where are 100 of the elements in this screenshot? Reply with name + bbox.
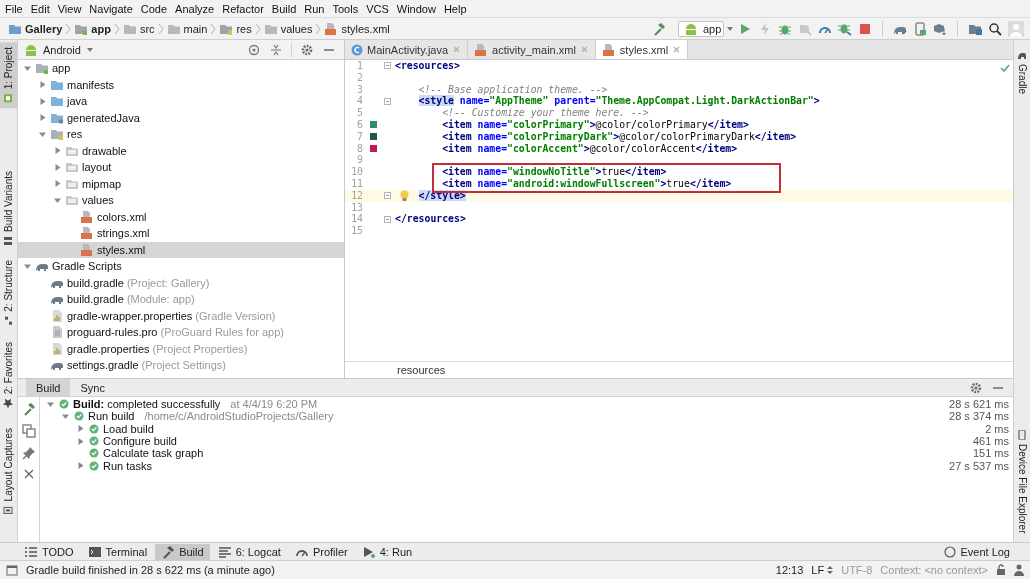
tree-item[interactable]: java — [18, 93, 344, 110]
menu-item[interactable]: Refactor — [218, 2, 268, 15]
tree-item[interactable]: res — [18, 126, 344, 143]
tree-arrow-icon[interactable] — [53, 146, 62, 156]
cube-icon[interactable] — [933, 21, 947, 36]
build-tree-item[interactable]: Run tasks 27 s 537 ms — [40, 459, 1013, 472]
menu-item[interactable]: Analyze — [171, 2, 219, 15]
tree-item[interactable]: gradle.properties (Project Properties) — [18, 340, 344, 357]
tree-item[interactable]: layout — [18, 159, 344, 176]
tool-tab[interactable]: Build — [155, 543, 210, 560]
tree-item[interactable]: colors.xml — [18, 208, 344, 225]
tree-arrow-icon[interactable] — [38, 113, 47, 123]
line-separator-selector[interactable]: LF — [811, 564, 834, 576]
tree-item[interactable]: build.gradle (Module: app) — [18, 291, 344, 308]
fold-icon[interactable] — [384, 192, 391, 200]
tool-window-tab[interactable]: Gradle — [1014, 45, 1030, 99]
color-swatch[interactable] — [369, 144, 377, 152]
panel-tab[interactable]: Build — [26, 379, 71, 396]
search-icon[interactable] — [988, 21, 1002, 36]
tool-window-tab[interactable]: 2: Favorites — [0, 336, 17, 414]
tool-window-tab[interactable]: Layout Captures — [0, 423, 17, 521]
cursor-position[interactable]: 12:13 — [775, 564, 804, 576]
editor-tab[interactable]: MainActivity.java — [345, 40, 469, 59]
windows-icon[interactable] — [21, 424, 36, 438]
hammer-icon[interactable] — [652, 21, 666, 36]
tree-item[interactable]: build.gradle (Project: Gallery) — [18, 274, 344, 291]
fold-icon[interactable] — [384, 215, 391, 223]
tree-item[interactable]: values — [18, 192, 344, 209]
tool-tab[interactable]: 6: Logcat — [211, 543, 287, 560]
window-icon[interactable] — [6, 564, 18, 576]
tree-arrow-icon[interactable] — [76, 461, 85, 471]
color-swatch[interactable] — [369, 133, 377, 141]
tree-arrow-icon[interactable] — [38, 96, 47, 106]
fold-icon[interactable] — [384, 62, 391, 70]
collapse-icon[interactable] — [269, 42, 283, 57]
menu-item[interactable]: Code — [136, 2, 172, 15]
tree-item[interactable]: mipmap — [18, 175, 344, 192]
lightbulb-icon[interactable] — [399, 189, 410, 202]
menu-item[interactable]: VCS — [362, 2, 393, 15]
menu-item[interactable]: View — [53, 2, 86, 15]
breadcrumb[interactable]: main — [164, 21, 210, 36]
build-tree-item[interactable]: Configure build 461 ms — [40, 434, 1013, 448]
tree-item[interactable]: proguard-rules.pro (ProGuard Rules for app) — [18, 324, 344, 341]
tree-item[interactable]: strings.xml — [18, 225, 344, 242]
tool-window-tab[interactable]: 2: Structure — [0, 255, 17, 331]
play-icon[interactable] — [738, 21, 752, 36]
tool-window-tab[interactable]: Build Variants — [0, 166, 17, 252]
menu-item[interactable]: Build — [267, 2, 301, 15]
breadcrumb[interactable]: app — [72, 21, 113, 36]
tree-arrow-icon[interactable] — [76, 436, 85, 446]
tree-item[interactable]: app — [18, 60, 344, 77]
build-tree-item[interactable]: Load build 2 ms — [40, 422, 1013, 435]
gear-icon[interactable] — [969, 380, 983, 395]
editor-tab[interactable]: styles.xml — [595, 40, 689, 59]
lock-icon[interactable] — [996, 564, 1006, 576]
tool-tab[interactable]: Terminal — [81, 543, 154, 560]
breadcrumb[interactable]: res — [217, 21, 254, 36]
view-dropdown[interactable]: Android — [24, 42, 94, 57]
tool-tab[interactable]: Profiler — [288, 543, 354, 560]
panel-tab[interactable]: Sync — [70, 379, 115, 396]
tree-arrow-icon[interactable] — [38, 80, 47, 90]
tree-item[interactable]: manifests — [18, 76, 344, 93]
crosshair-icon[interactable] — [247, 42, 261, 57]
tree-arrow-icon[interactable] — [53, 179, 62, 189]
tool-tab[interactable]: 4: Run — [355, 543, 419, 560]
close-icon[interactable] — [22, 468, 35, 480]
tree-item[interactable]: drawable — [18, 142, 344, 159]
menu-item[interactable]: Edit — [26, 2, 54, 15]
fold-icon[interactable] — [384, 97, 391, 105]
stop-icon[interactable] — [858, 21, 872, 36]
breadcrumb[interactable]: resources — [397, 364, 446, 376]
pin-icon[interactable] — [21, 446, 36, 460]
tree-item[interactable]: gradle-wrapper.properties (Gradle Version) — [18, 307, 344, 324]
gear-icon[interactable] — [300, 42, 314, 57]
tree-item[interactable]: Gradle Scripts — [18, 258, 344, 275]
menu-item[interactable]: File — [1, 2, 27, 15]
build-tree-item[interactable]: Calculate task graph 151 ms — [40, 447, 1013, 460]
editor-tab[interactable]: activity_main.xml — [468, 40, 596, 59]
build-tree-item[interactable]: Build: completed successfully at 4/4/19 6:20 PM 28 s 621 ms — [40, 398, 1013, 411]
tool-window-tab[interactable]: 1: Project — [0, 42, 17, 109]
color-swatch[interactable] — [369, 121, 377, 129]
tree-item[interactable]: settings.gradle (Project Settings) — [18, 357, 344, 374]
menu-item[interactable]: Run — [300, 2, 329, 15]
phone-icon[interactable] — [913, 21, 927, 36]
tree-arrow-icon[interactable] — [53, 162, 62, 172]
breadcrumb[interactable]: values — [261, 21, 315, 36]
tree-item[interactable]: styles.xml — [18, 241, 344, 258]
menu-item[interactable]: Tools — [328, 2, 363, 15]
build-tree-item[interactable]: Run build /home/c/AndroidStudioProjects/Gallery 28 s 374 ms — [40, 410, 1013, 423]
tree-arrow-icon[interactable] — [76, 424, 85, 434]
tool-tab[interactable]: TODO — [18, 543, 80, 560]
breadcrumb[interactable]: src — [120, 21, 157, 36]
breadcrumb[interactable]: Gallery — [6, 21, 65, 36]
menu-item[interactable]: Window — [392, 2, 440, 15]
tool-tab[interactable]: Event Log — [938, 543, 1016, 560]
menu-item[interactable]: Navigate — [85, 2, 137, 15]
tree-item[interactable]: generatedJava — [18, 109, 344, 126]
menu-item[interactable]: Help — [439, 2, 471, 15]
person-icon[interactable] — [1014, 564, 1024, 576]
breadcrumb[interactable]: styles.xml — [322, 21, 392, 36]
